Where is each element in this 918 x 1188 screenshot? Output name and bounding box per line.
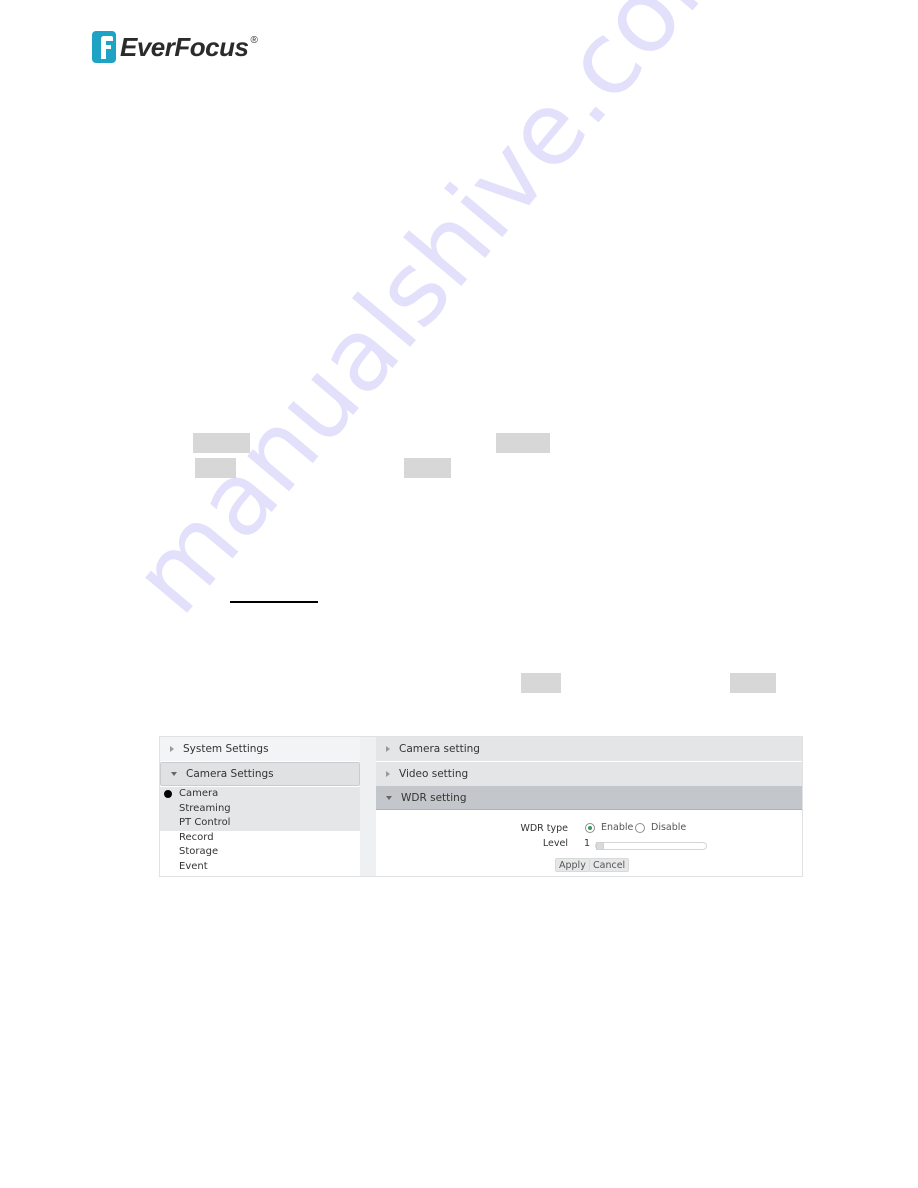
left-menu: System Settings Camera Settings Camera S… xyxy=(160,737,360,876)
triangle-right-icon xyxy=(386,746,390,752)
highlight-box xyxy=(730,673,776,693)
highlight-box xyxy=(404,458,451,478)
settings-screenshot: System Settings Camera Settings Camera S… xyxy=(159,736,803,877)
accordion-label: Camera setting xyxy=(399,743,480,755)
triangle-down-icon xyxy=(171,772,177,776)
menu-section-label: System Settings xyxy=(183,743,269,755)
level-value: 1 xyxy=(584,838,591,849)
accordion-video-setting[interactable]: Video setting xyxy=(376,762,802,786)
wdr-disable-label: Disable xyxy=(651,822,687,833)
highlight-box xyxy=(195,458,236,478)
camera-settings-submenu: Camera Streaming PT Control Record Stora… xyxy=(160,787,360,874)
menu-item-label: Event xyxy=(179,860,208,872)
menu-item-label: PT Control xyxy=(179,817,231,828)
registered-mark: ® xyxy=(250,35,258,46)
menu-item-label: Camera xyxy=(179,788,219,799)
menu-section-camera-settings[interactable]: Camera Settings xyxy=(160,762,360,786)
highlight-box xyxy=(521,673,561,693)
wdr-enable-label: Enable xyxy=(601,822,634,833)
accordion-camera-setting[interactable]: Camera setting xyxy=(376,737,802,761)
menu-item-storage[interactable]: Storage xyxy=(160,845,360,860)
wdr-setting-form: WDR type Enable Disable Level 1 Apply Ca… xyxy=(376,811,802,876)
menu-item-label: Record xyxy=(179,831,214,843)
settings-panel: Camera setting Video setting WDR setting… xyxy=(376,737,802,876)
apply-button[interactable]: Apply xyxy=(555,858,590,872)
menu-item-event[interactable]: Event xyxy=(160,860,360,875)
triangle-right-icon xyxy=(170,746,174,752)
highlight-box xyxy=(193,433,250,453)
watermark-text: manualshive.com xyxy=(110,0,768,636)
panel-divider xyxy=(360,737,376,876)
wdr-enable-radio[interactable] xyxy=(585,823,595,833)
menu-item-label: Streaming xyxy=(179,802,231,814)
everfocus-f-logo-icon xyxy=(92,31,116,63)
menu-item-pt-control[interactable]: PT Control xyxy=(160,816,360,831)
menu-item-record[interactable]: Record xyxy=(160,831,360,846)
level-slider[interactable] xyxy=(595,842,707,850)
triangle-down-icon xyxy=(386,795,392,800)
everfocus-logo: EverFocus ® xyxy=(92,31,258,63)
highlight-box xyxy=(496,433,550,453)
menu-item-streaming[interactable]: Streaming xyxy=(160,801,360,816)
wdr-type-label: WDR type xyxy=(520,823,568,834)
menu-section-system-settings[interactable]: System Settings xyxy=(160,737,360,761)
underlined-link[interactable] xyxy=(230,601,318,603)
accordion-label: WDR setting xyxy=(401,791,467,804)
menu-section-label: Camera Settings xyxy=(186,768,274,780)
brand-name: EverFocus xyxy=(120,31,249,62)
menu-item-camera[interactable]: Camera xyxy=(160,787,360,802)
accordion-label: Video setting xyxy=(399,768,469,780)
level-label: Level xyxy=(542,838,568,849)
accordion-wdr-setting[interactable]: WDR setting xyxy=(376,786,802,810)
wdr-disable-radio[interactable] xyxy=(635,823,645,833)
cancel-button[interactable]: Cancel xyxy=(589,858,630,872)
menu-item-label: Storage xyxy=(179,846,219,857)
triangle-right-icon xyxy=(386,771,390,777)
level-slider-handle[interactable] xyxy=(596,842,604,850)
selected-bullet-icon xyxy=(164,790,172,798)
